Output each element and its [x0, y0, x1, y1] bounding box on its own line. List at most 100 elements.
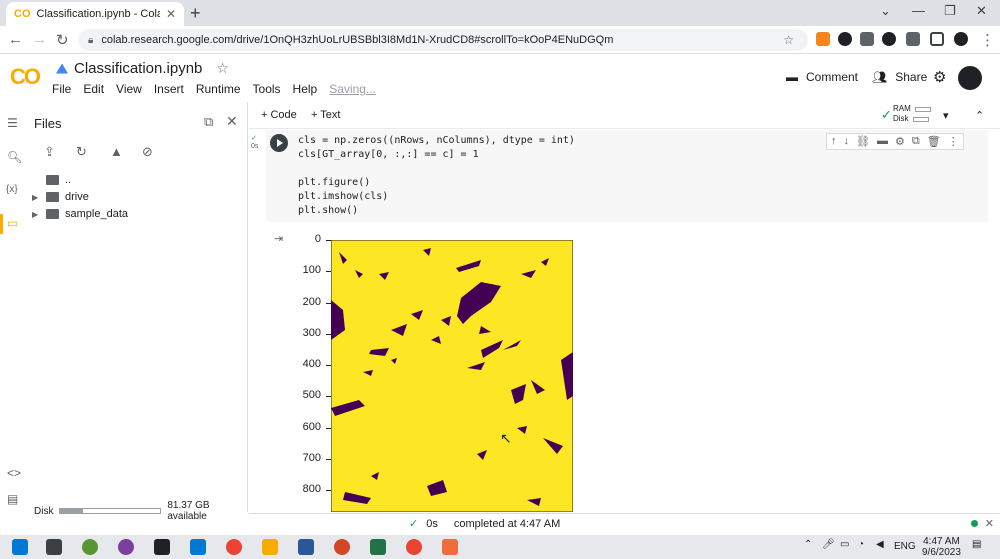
collapse-header-icon[interactable]: ⌃: [975, 109, 984, 122]
windows-taskbar: ⌃ 🎤︎ ▭ ◔ ◀︎ ENG 4:47 AM 9/6/2023 ▤: [0, 535, 1000, 559]
browser-tab[interactable]: CO Classification.ipynb - Colaborato ✕: [6, 2, 184, 26]
forward-arrow-icon[interactable]: →: [32, 31, 47, 48]
upload-icon[interactable]: ⇪: [44, 144, 55, 160]
clock-date: 9/6/2023: [922, 547, 961, 558]
share-button[interactable]: 👥︎ Share: [872, 70, 927, 84]
task-view-icon[interactable]: [46, 539, 62, 555]
minimize-button[interactable]: —: [912, 3, 925, 18]
url-field[interactable]: 🔒︎ colab.research.google.com/drive/1OnQH…: [78, 29, 808, 51]
code-editor[interactable]: cls = np.zeros((nRows, nColumns), dtype …: [298, 134, 575, 218]
file-explorer-icon[interactable]: [262, 539, 278, 555]
chrome-icon[interactable]: [226, 539, 242, 555]
close-status-icon[interactable]: ✕: [985, 517, 994, 530]
cell-settings-icon[interactable]: ⚙: [895, 135, 905, 148]
star-icon[interactable]: ☆: [216, 60, 229, 77]
maximize-button[interactable]: ❐: [944, 3, 956, 19]
app-icon[interactable]: [118, 539, 134, 555]
comment-button[interactable]: ▬ Comment: [786, 70, 858, 84]
colab-logo[interactable]: CO: [10, 64, 41, 90]
url-text: colab.research.google.com/drive/1OnQH3zh…: [101, 34, 614, 46]
link-icon[interactable]: ⛓: [856, 135, 870, 148]
open-in-tab-icon[interactable]: ⧉: [204, 114, 213, 130]
tree-item-sample-data[interactable]: ▶ sample_data: [32, 208, 128, 220]
clock[interactable]: 4:47 AM 9/6/2023: [922, 536, 961, 558]
hidden-files-icon[interactable]: ⊘: [142, 144, 153, 160]
output-actions-icon[interactable]: ⇥: [274, 232, 283, 245]
menu-file[interactable]: File: [52, 82, 71, 96]
extension-x-icon[interactable]: [838, 32, 852, 46]
expand-icon[interactable]: ▶: [32, 210, 40, 219]
disk-label: Disk: [893, 114, 909, 123]
exec-time: 0s: [251, 143, 259, 150]
extension-icon[interactable]: [860, 32, 874, 46]
comment-icon: ▬: [786, 70, 798, 84]
more-vert-icon[interactable]: ⋮: [948, 135, 959, 148]
side-panel-icon[interactable]: [930, 32, 944, 46]
browser-menu-icon[interactable]: ⋮: [980, 31, 995, 49]
start-button[interactable]: [12, 539, 28, 555]
menu-view[interactable]: View: [116, 82, 142, 96]
mirror-cell-icon[interactable]: ⧉: [912, 135, 920, 148]
notifications-icon[interactable]: ▤: [972, 539, 981, 550]
ram-label: RAM: [893, 104, 911, 113]
y-tick-label: 400: [302, 358, 321, 371]
word-icon[interactable]: [298, 539, 314, 555]
powerpoint-icon[interactable]: [334, 539, 350, 555]
refresh-folder-icon[interactable]: ↻: [76, 144, 87, 160]
comment-cell-icon[interactable]: ▬: [877, 135, 888, 148]
move-up-icon[interactable]: ↑: [831, 135, 837, 148]
tree-item-drive[interactable]: ▶ drive: [32, 191, 89, 203]
menu-tools[interactable]: Tools: [253, 82, 281, 96]
code-snippets-icon[interactable]: <>: [7, 466, 21, 480]
account-avatar[interactable]: [958, 66, 982, 90]
tree-item-parent[interactable]: ..: [32, 174, 71, 186]
menu-edit[interactable]: Edit: [83, 82, 104, 96]
run-cell-button[interactable]: [270, 134, 288, 152]
notebook-title[interactable]: Classification.ipynb: [74, 60, 202, 77]
bookmark-star-icon[interactable]: ☆: [783, 33, 808, 47]
status-time: 0s: [426, 517, 438, 530]
expand-icon[interactable]: ▶: [32, 193, 40, 202]
profile-avatar[interactable]: [954, 32, 968, 46]
chrome-active-icon[interactable]: [406, 539, 422, 555]
terminal-icon[interactable]: [154, 539, 170, 555]
menu-runtime[interactable]: Runtime: [196, 82, 241, 96]
add-text-button[interactable]: + Text: [311, 109, 340, 121]
variables-icon[interactable]: {x}: [6, 184, 18, 195]
app-icon[interactable]: [370, 539, 386, 555]
gear-icon[interactable]: ⚙: [933, 68, 946, 86]
vscode-icon[interactable]: [190, 539, 206, 555]
menu-insert[interactable]: Insert: [154, 82, 184, 96]
reload-icon[interactable]: ↻: [56, 31, 69, 49]
back-arrow-icon[interactable]: ←: [8, 31, 23, 48]
network-icon[interactable]: ▭: [840, 539, 849, 550]
delete-icon[interactable]: 🗑︎: [927, 135, 941, 148]
tab-title: Classification.ipynb - Colaborato: [36, 8, 160, 20]
extensions-puzzle-icon[interactable]: [906, 32, 920, 46]
metamask-extension-icon[interactable]: [816, 32, 830, 46]
wifi-icon[interactable]: ◔: [858, 539, 864, 550]
search-icon[interactable]: 🔍︎: [7, 150, 22, 164]
mouse-cursor-icon: ↖: [500, 430, 512, 446]
runtime-dropdown-icon[interactable]: ▾: [943, 109, 949, 122]
language-indicator[interactable]: ENG: [894, 541, 916, 552]
menu-help[interactable]: Help: [293, 82, 318, 96]
tab-search-icon[interactable]: ⌄: [880, 3, 891, 19]
command-palette-icon[interactable]: ▤: [7, 492, 18, 506]
volume-icon[interactable]: ◀︎: [876, 539, 884, 550]
folder-icon[interactable]: ▭: [7, 216, 18, 230]
resources-indicator[interactable]: RAM Disk: [893, 104, 931, 124]
table-of-contents-icon[interactable]: ☰: [7, 116, 18, 130]
close-tab-icon[interactable]: ✕: [166, 7, 176, 21]
extension-w-icon[interactable]: [882, 32, 896, 46]
new-tab-button[interactable]: +: [190, 3, 201, 24]
close-panel-icon[interactable]: ✕: [226, 113, 238, 130]
mount-drive-icon[interactable]: ▲: [110, 144, 123, 159]
mic-icon[interactable]: 🎤︎: [822, 539, 835, 550]
app-icon[interactable]: [442, 539, 458, 555]
qgis-icon[interactable]: [82, 539, 98, 555]
move-down-icon[interactable]: ↓: [844, 135, 850, 148]
close-window-button[interactable]: ✕: [976, 3, 987, 19]
tray-chevron-icon[interactable]: ⌃: [804, 539, 812, 550]
add-code-button[interactable]: + Code: [261, 109, 297, 121]
